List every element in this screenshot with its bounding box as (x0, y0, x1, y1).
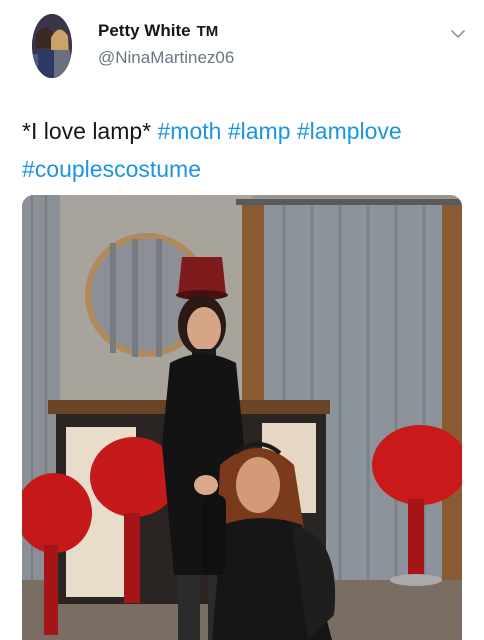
author-info: Petty White TM @NinaMartinez06 (98, 20, 234, 69)
hashtag-lamplove[interactable]: #lamplove (297, 118, 402, 144)
tweet-photo[interactable] (22, 195, 462, 640)
hashtag-couplescostume[interactable]: #couplescostume (22, 156, 201, 182)
hashtag-moth[interactable]: #moth (158, 118, 222, 144)
display-name[interactable]: Petty White (98, 21, 191, 40)
tweet-text: *I love lamp* #moth #lamp #lamplove #cou… (22, 112, 472, 188)
chevron-down-icon[interactable] (450, 26, 466, 42)
user-handle[interactable]: @NinaMartinez06 (98, 47, 234, 69)
tweet-card: Petty White TM @NinaMartinez06 *I love la… (0, 0, 484, 640)
avatar[interactable] (32, 14, 72, 78)
display-name-row[interactable]: Petty White TM (98, 20, 234, 43)
tm-mark: TM (196, 23, 219, 40)
avatar-photo (32, 14, 72, 78)
hashtag-lamp[interactable]: #lamp (228, 118, 291, 144)
tweet-body: *I love lamp* (22, 118, 152, 144)
costume-photo (22, 195, 462, 640)
